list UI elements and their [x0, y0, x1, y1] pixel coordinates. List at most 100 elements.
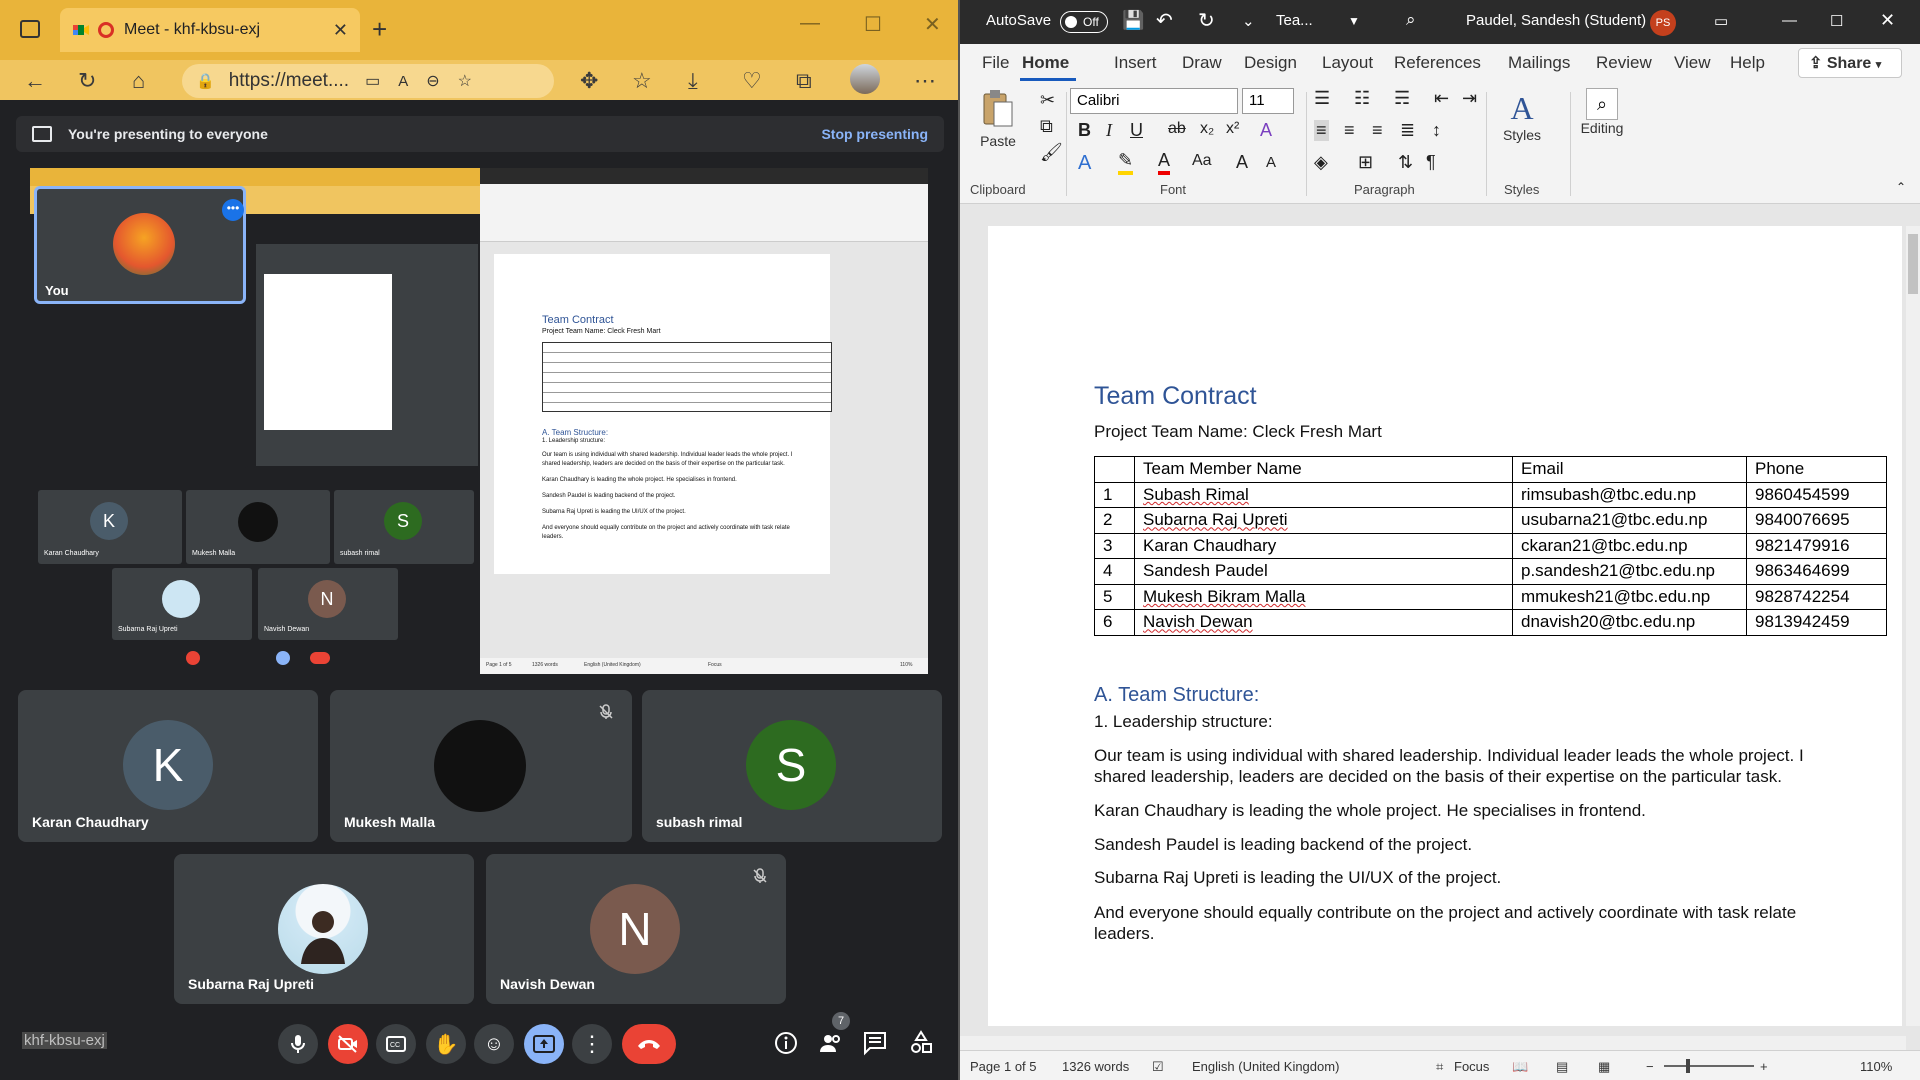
- participant-tile-subarna[interactable]: Subarna Raj Upreti: [174, 854, 474, 1004]
- multilevel-list-icon[interactable]: ☴: [1394, 88, 1410, 109]
- align-left-icon[interactable]: ≡: [1314, 120, 1329, 141]
- bullets-icon[interactable]: ☰: [1314, 88, 1330, 109]
- more-options-button[interactable]: ⋮: [572, 1024, 612, 1064]
- close-window-icon[interactable]: ✕: [924, 12, 941, 37]
- more-icon[interactable]: ⋯: [914, 68, 936, 94]
- styles-button[interactable]: A Styles: [1496, 90, 1548, 143]
- zoom-slider-thumb[interactable]: [1686, 1059, 1690, 1073]
- reactions-button[interactable]: ☺: [474, 1024, 514, 1064]
- camera-button[interactable]: [328, 1024, 368, 1064]
- web-layout-icon[interactable]: ▦: [1598, 1059, 1610, 1075]
- downloads-icon[interactable]: ⤓: [688, 68, 698, 94]
- close-tab-icon[interactable]: ✕: [333, 20, 348, 41]
- tab-review[interactable]: Review: [1596, 53, 1652, 73]
- maximize-icon[interactable]: ☐: [1830, 12, 1843, 30]
- change-case-icon[interactable]: Aa: [1192, 152, 1212, 170]
- shading-icon[interactable]: ◈: [1314, 152, 1328, 173]
- borders-icon[interactable]: ⊞: [1358, 152, 1373, 173]
- user-avatar[interactable]: PS: [1650, 10, 1676, 36]
- numbering-icon[interactable]: ☷: [1354, 88, 1370, 109]
- read-aloud-icon[interactable]: A: [398, 73, 408, 90]
- copy-icon[interactable]: ⧉: [1040, 116, 1053, 137]
- maximize-icon[interactable]: ☐: [864, 12, 882, 37]
- font-size-select[interactable]: 11: [1242, 88, 1294, 114]
- collapse-ribbon-icon[interactable]: ⌃: [1896, 180, 1906, 194]
- chat-icon[interactable]: [862, 1030, 888, 1056]
- camera-icon[interactable]: ▭: [365, 71, 380, 91]
- paste-button[interactable]: Paste: [974, 88, 1022, 168]
- format-painter-icon[interactable]: 🖌: [1040, 142, 1063, 163]
- doc-name-dropdown-icon[interactable]: ▼: [1348, 14, 1360, 28]
- search-icon[interactable]: ⌕: [1406, 10, 1416, 30]
- page-count[interactable]: Page 1 of 5: [970, 1059, 1037, 1074]
- tab-view[interactable]: View: [1674, 53, 1711, 73]
- shrink-font-icon[interactable]: A: [1266, 154, 1276, 171]
- align-center-icon[interactable]: ≡: [1344, 120, 1355, 141]
- user-name[interactable]: Paudel, Sandesh (Student): [1466, 12, 1646, 29]
- subscript-icon[interactable]: x₂: [1200, 120, 1214, 138]
- font-name-select[interactable]: Calibri: [1070, 88, 1238, 114]
- doc-name[interactable]: Tea...: [1276, 12, 1313, 29]
- proofing-icon[interactable]: ☑: [1152, 1059, 1164, 1075]
- minimize-icon[interactable]: —: [800, 12, 820, 35]
- people-icon[interactable]: [818, 1030, 844, 1056]
- decrease-indent-icon[interactable]: ⇤: [1434, 88, 1449, 109]
- focus-icon[interactable]: ⌗: [1436, 1059, 1443, 1075]
- more-options-icon[interactable]: •••: [222, 199, 244, 221]
- font-color-icon[interactable]: A: [1158, 150, 1171, 175]
- tab-mailings[interactable]: Mailings: [1508, 53, 1570, 73]
- autosave-toggle[interactable]: Off: [1060, 11, 1108, 33]
- activities-icon[interactable]: [908, 1030, 934, 1056]
- focus-button[interactable]: Focus: [1454, 1059, 1489, 1074]
- present-button[interactable]: [524, 1024, 564, 1064]
- health-icon[interactable]: ♡: [742, 68, 762, 94]
- clear-formatting-icon[interactable]: A: [1260, 120, 1272, 141]
- read-mode-icon[interactable]: 📖: [1512, 1059, 1528, 1075]
- favorite-add-icon[interactable]: ☆: [458, 71, 472, 91]
- tab-home[interactable]: Home: [1022, 53, 1069, 73]
- refresh-icon[interactable]: ↻: [78, 68, 96, 94]
- save-icon[interactable]: 💾: [1122, 10, 1144, 31]
- raise-hand-button[interactable]: ✋: [426, 1024, 466, 1064]
- zoom-out-button[interactable]: −: [1646, 1059, 1654, 1074]
- cut-icon[interactable]: ✂: [1040, 90, 1055, 111]
- word-count[interactable]: 1326 words: [1062, 1059, 1129, 1074]
- scroll-thumb[interactable]: [1908, 234, 1918, 294]
- zoom-level[interactable]: 110%: [1860, 1059, 1892, 1074]
- italic-icon[interactable]: I: [1106, 120, 1112, 141]
- line-spacing-icon[interactable]: ↕: [1432, 120, 1441, 141]
- zoom-in-button[interactable]: +: [1760, 1059, 1768, 1074]
- minimize-icon[interactable]: —: [1782, 12, 1797, 29]
- tab-references[interactable]: References: [1394, 53, 1481, 73]
- tab-help[interactable]: Help: [1730, 53, 1765, 73]
- end-call-button[interactable]: [622, 1024, 676, 1064]
- language[interactable]: English (United Kingdom): [1192, 1059, 1339, 1074]
- address-bar[interactable]: 🔒 https://meet.... ▭ A ⊖ ☆: [182, 64, 554, 98]
- strikethrough-icon[interactable]: ab: [1168, 120, 1186, 138]
- highlight-icon[interactable]: ✎: [1118, 150, 1134, 175]
- tab-file[interactable]: File: [982, 53, 1009, 73]
- horizontal-scrollbar[interactable]: [960, 1036, 1906, 1050]
- customize-qat-icon[interactable]: ⌄: [1242, 12, 1255, 30]
- mic-button[interactable]: [278, 1024, 318, 1064]
- grow-font-icon[interactable]: A: [1236, 152, 1248, 173]
- profile-avatar[interactable]: [850, 64, 880, 94]
- share-button[interactable]: ⇪ Share ▾: [1798, 48, 1902, 78]
- captions-button[interactable]: CC: [376, 1024, 416, 1064]
- tab-actions-icon[interactable]: [20, 20, 40, 38]
- favorites-icon[interactable]: ☆: [632, 68, 652, 94]
- show-formatting-icon[interactable]: ¶: [1426, 152, 1436, 173]
- print-layout-icon[interactable]: ▤: [1556, 1059, 1568, 1075]
- editing-button[interactable]: ⌕ Editing: [1574, 88, 1630, 136]
- participant-tile-karan[interactable]: K Karan Chaudhary: [18, 690, 318, 842]
- undo-icon[interactable]: ↶: [1156, 8, 1173, 33]
- tab-insert[interactable]: Insert: [1114, 53, 1157, 73]
- zoom-out-icon[interactable]: ⊖: [426, 71, 439, 91]
- zoom-slider[interactable]: [1664, 1065, 1754, 1067]
- sort-icon[interactable]: ⇅: [1398, 152, 1413, 173]
- participant-tile-mukesh[interactable]: Mukesh Malla: [330, 690, 632, 842]
- underline-icon[interactable]: U: [1130, 120, 1143, 141]
- back-icon[interactable]: ←: [24, 68, 46, 94]
- participant-tile-navish[interactable]: N Navish Dewan: [486, 854, 786, 1004]
- text-effects-icon[interactable]: A: [1078, 152, 1091, 175]
